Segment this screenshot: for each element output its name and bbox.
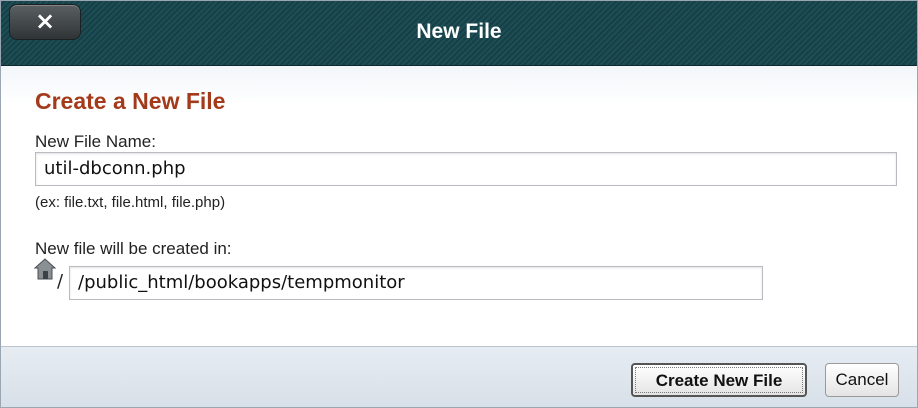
cancel-button[interactable]: Cancel	[825, 363, 899, 397]
file-name-input[interactable]: util-dbconn.php	[35, 152, 897, 186]
form-heading: Create a New File	[35, 88, 226, 114]
dialog-content: Create a New File New File Name: util-db…	[1, 66, 917, 346]
new-file-dialog: × New File Create a New File New File Na…	[0, 0, 918, 408]
location-label: New file will be created in:	[35, 239, 232, 258]
dialog-footer: Create New File Cancel	[1, 346, 917, 407]
directory-path-input[interactable]: /public_html/bookapps/tempmonitor	[69, 266, 763, 300]
home-icon	[33, 258, 57, 280]
file-name-hint: (ex: file.txt, file.html, file.php)	[35, 194, 226, 211]
create-new-file-button[interactable]: Create New File	[631, 363, 807, 397]
file-name-label: New File Name:	[35, 132, 156, 151]
dialog-titlebar: × New File	[1, 1, 917, 66]
path-prefix: /	[57, 271, 64, 292]
dialog-title: New File	[416, 20, 502, 43]
